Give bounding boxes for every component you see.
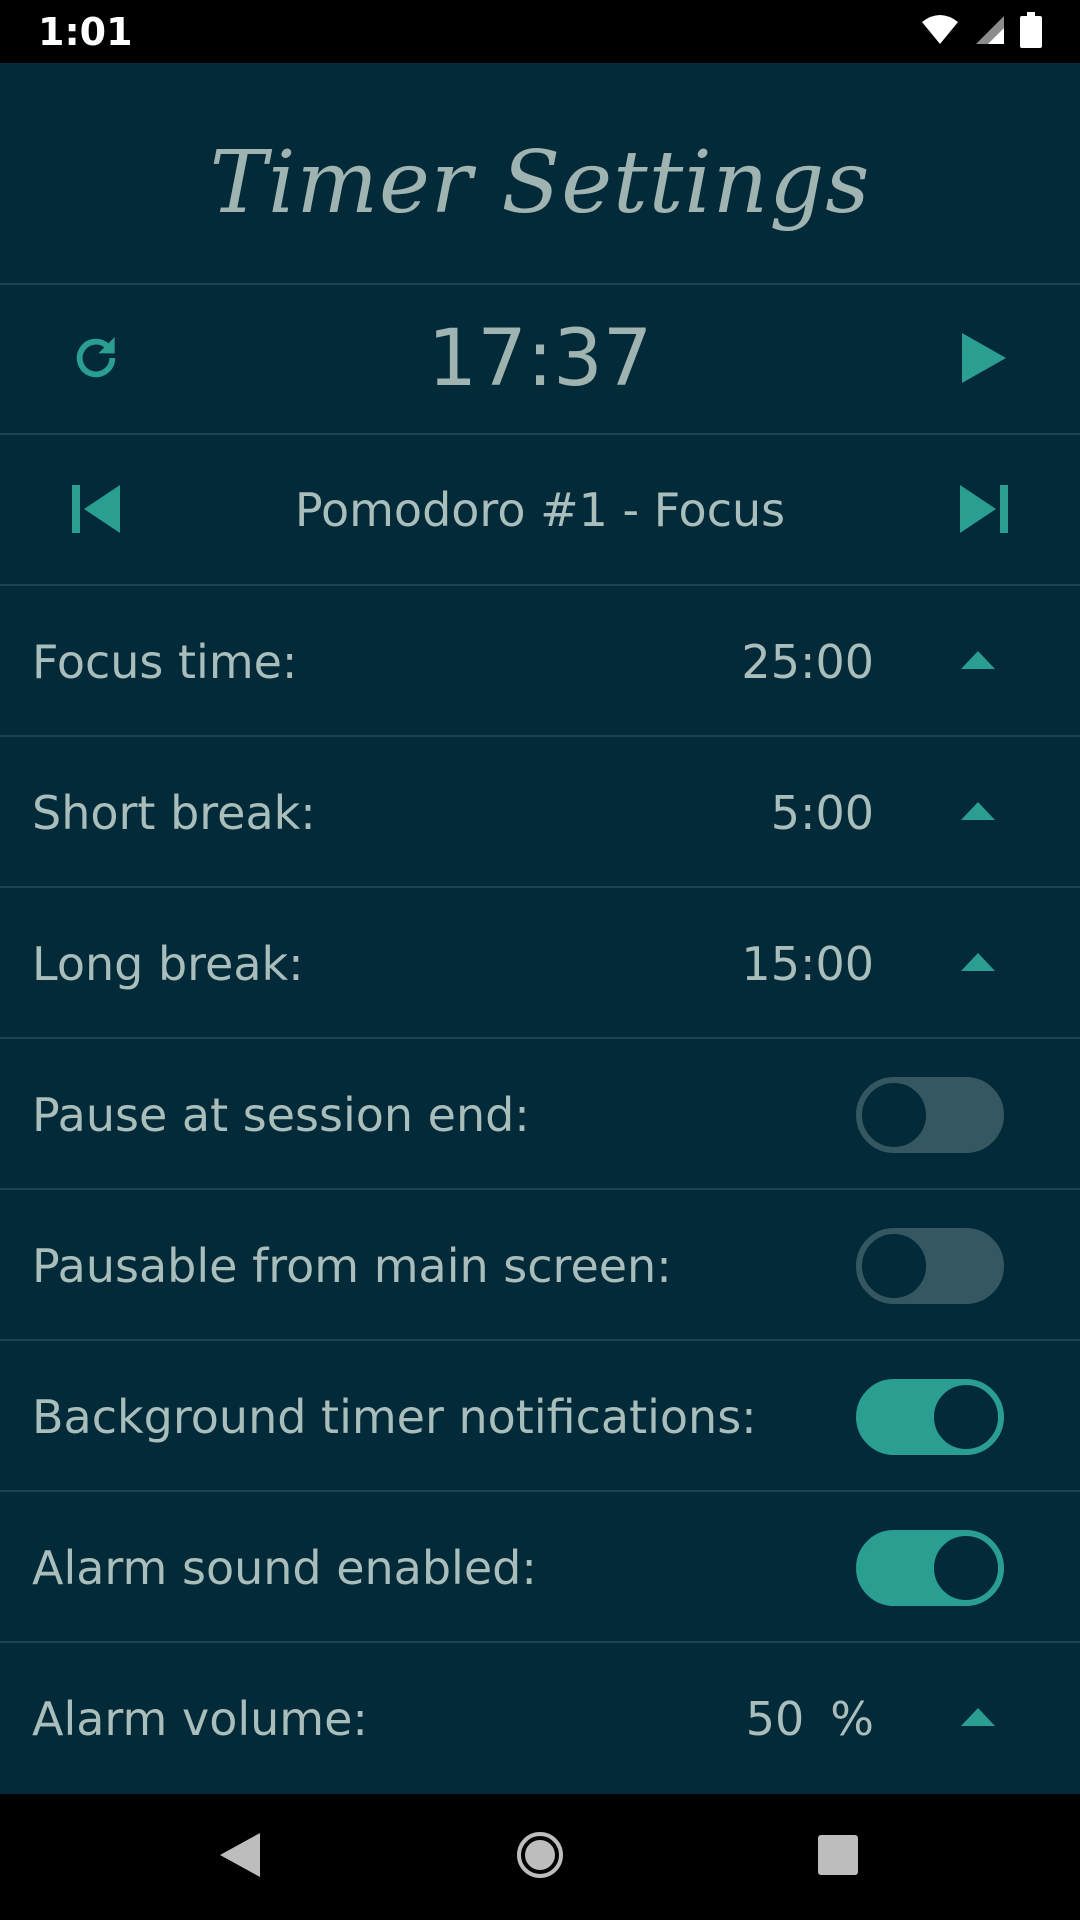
wifi-icon <box>920 14 960 51</box>
home-button[interactable] <box>470 1794 610 1920</box>
setting-label: Long break: <box>32 937 304 991</box>
setting-pause-at-session-end: Pause at session end: <box>0 1040 1080 1190</box>
play-button[interactable] <box>914 285 1054 435</box>
status-bar: 1:01 <box>0 0 1080 63</box>
setting-value: 50 % <box>746 1644 874 1794</box>
setting-label: Alarm volume: <box>32 1692 368 1746</box>
setting-label: Pause at session end: <box>32 1088 530 1142</box>
chevron-up-icon <box>961 801 995 825</box>
setting-focus-time[interactable]: Focus time: 25:00 <box>0 587 1080 737</box>
toggle-knob <box>859 1231 929 1301</box>
expand-button[interactable] <box>936 738 1020 888</box>
setting-label: Pausable from main screen: <box>32 1239 672 1293</box>
expand-button[interactable] <box>936 587 1020 737</box>
setting-long-break[interactable]: Long break: 15:00 <box>0 889 1080 1039</box>
setting-label: Alarm sound enabled: <box>32 1541 537 1595</box>
setting-background-notifications: Background timer notifications: <box>0 1342 1080 1492</box>
skip-next-icon <box>958 483 1010 540</box>
setting-short-break[interactable]: Short break: 5:00 <box>0 738 1080 888</box>
recents-button[interactable] <box>768 1794 908 1920</box>
session-row: Pomodoro #1 - Focus <box>0 436 1080 586</box>
toggle-knob <box>931 1533 1001 1603</box>
header: Timer Settings <box>0 63 1080 285</box>
setting-pausable-from-main: Pausable from main screen: <box>0 1191 1080 1341</box>
background-notifications-toggle[interactable] <box>856 1379 1004 1455</box>
setting-value: 15:00 <box>741 937 874 991</box>
chevron-up-icon <box>961 1707 995 1731</box>
setting-value: 25:00 <box>741 635 874 689</box>
recents-icon <box>817 1834 859 1881</box>
toggle-knob <box>859 1080 929 1150</box>
page-title: Timer Settings <box>209 133 871 233</box>
timer-row: 17:37 <box>0 285 1080 435</box>
setting-alarm-volume[interactable]: Alarm volume: 50 % <box>0 1644 1080 1794</box>
chevron-up-icon <box>961 650 995 674</box>
alarm-volume-unit: % <box>830 1692 874 1746</box>
home-icon <box>515 1830 565 1885</box>
pause-at-session-end-toggle[interactable] <box>856 1077 1004 1153</box>
battery-icon <box>1020 11 1042 53</box>
back-icon <box>218 1831 262 1884</box>
setting-label: Background timer notifications: <box>32 1390 757 1444</box>
next-session-button[interactable] <box>914 436 1054 586</box>
back-button[interactable] <box>170 1794 310 1920</box>
status-icons <box>920 11 1042 53</box>
alarm-sound-toggle[interactable] <box>856 1530 1004 1606</box>
play-icon <box>960 331 1008 390</box>
cellular-signal-icon <box>974 14 1006 51</box>
status-time: 1:01 <box>38 10 133 54</box>
alarm-volume-value: 50 <box>745 1692 805 1746</box>
setting-label: Focus time: <box>32 635 298 689</box>
expand-button[interactable] <box>936 1644 1020 1794</box>
toggle-knob <box>931 1382 1001 1452</box>
pausable-from-main-toggle[interactable] <box>856 1228 1004 1304</box>
expand-button[interactable] <box>936 889 1020 1039</box>
navigation-bar <box>0 1794 1080 1920</box>
setting-label: Short break: <box>32 786 316 840</box>
timer-settings-screen: 1:01 Timer Settings 17:37 Pomodoro #1 - … <box>0 0 1080 1920</box>
chevron-up-icon <box>961 952 995 976</box>
setting-alarm-sound: Alarm sound enabled: <box>0 1493 1080 1643</box>
setting-value: 5:00 <box>770 786 874 840</box>
